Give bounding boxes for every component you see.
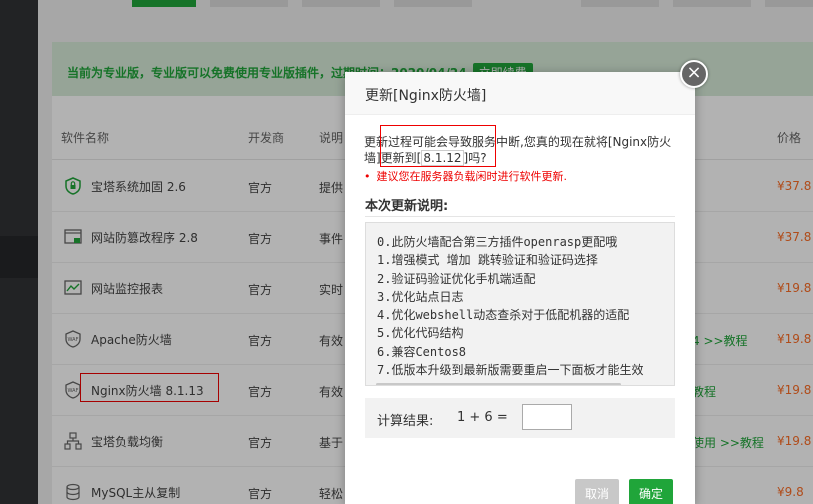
release-notes-list: 0.此防火墙配合第三方插件openrasp更配哦 1.增强模式 增加 跳转验证和… <box>366 223 674 379</box>
dialog-title: 更新[Nginx防火墙] <box>365 88 487 104</box>
divider <box>365 216 675 217</box>
release-notes-title: 本次更新说明: <box>365 199 449 214</box>
release-notes-box[interactable]: 0.此防火墙配合第三方插件openrasp更配哦 1.增强模式 增加 跳转验证和… <box>365 222 675 386</box>
calc-answer-input[interactable] <box>522 404 572 430</box>
calc-label: 计算结果: <box>377 414 434 429</box>
calc-expression: 1 + 6 = <box>457 410 508 425</box>
release-note-item: 6.兼容Centos8 <box>377 344 467 359</box>
captcha-row: 计算结果: 1 + 6 = <box>365 398 675 438</box>
update-dialog: 更新[Nginx防火墙] 更新过程可能会导致服务中断,您真的现在就将[Nginx… <box>345 72 695 504</box>
highlight-annotation <box>380 125 496 167</box>
release-note-item: 1.增强模式 增加 跳转验证和验证码选择 <box>377 253 598 268</box>
release-note-item: 2.验证码验证优化手机端适配 <box>377 271 536 286</box>
confirm-button[interactable]: 确定 <box>629 479 674 504</box>
cancel-button[interactable]: 取消 <box>575 479 620 504</box>
dialog-title-bar: 更新[Nginx防火墙] <box>345 72 695 115</box>
horizontal-scrollbar[interactable] <box>376 383 621 385</box>
release-note-item: 0.此防火墙配合第三方插件openrasp更配哦 <box>377 235 618 249</box>
release-note-item: 5.优化代码结构 <box>377 326 464 341</box>
release-note-item: 7.低版本升级到最新版需要重启一下面板才能生效 <box>377 363 644 378</box>
release-note-item: 4.优化webshell动态查杀对于低配机器的适配 <box>377 308 630 323</box>
load-warning: 建议您在服务器负载闲时进行软件更新. <box>364 168 568 184</box>
close-icon[interactable]: × <box>680 60 708 88</box>
release-note-item: 3.优化站点日志 <box>377 289 464 304</box>
